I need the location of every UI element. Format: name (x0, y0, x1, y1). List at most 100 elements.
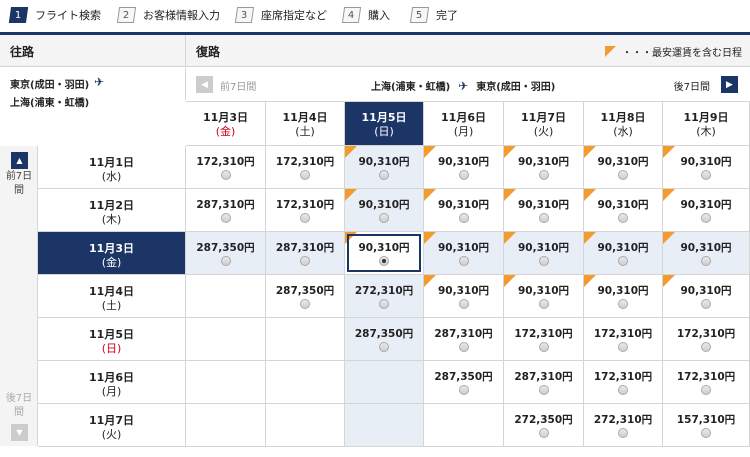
step-5: 5 完了 (409, 7, 458, 23)
fare-cell[interactable]: 90,310円 (584, 275, 663, 318)
fare-cell[interactable]: 287,350円 (345, 318, 424, 361)
fare-cell[interactable]: 287,350円 (266, 275, 345, 318)
fare-cell[interactable]: 90,310円 (663, 146, 750, 189)
fare-cell[interactable]: 90,310円 (663, 232, 750, 275)
fare-cell[interactable]: 90,310円 (504, 189, 584, 232)
fare-radio[interactable] (618, 299, 628, 309)
fare-cell[interactable]: 90,310円 (584, 146, 663, 189)
fare-cell[interactable]: 272,310円 (345, 275, 424, 318)
fare-radio[interactable] (379, 170, 389, 180)
fare-radio[interactable] (701, 170, 711, 180)
fare-cell[interactable]: 90,310円 (504, 275, 584, 318)
outbound-date-row-header: 11月2日 (木) (38, 189, 186, 232)
fare-cell[interactable]: 90,310円 (584, 232, 663, 275)
fare-cell[interactable]: 90,310円 (504, 232, 584, 275)
fare-cell-empty (266, 361, 345, 404)
fare-cell[interactable]: 90,310円 (424, 232, 504, 275)
fare-price: 90,310円 (680, 285, 732, 297)
next-week-button[interactable]: ▶ (721, 76, 738, 93)
chevron-up-icon: ▲ (16, 156, 23, 165)
fare-cell[interactable]: 272,350円 (504, 404, 584, 447)
prev-week-label[interactable]: 前7日間 (220, 78, 256, 93)
fare-cell[interactable]: 172,310円 (186, 146, 266, 189)
fare-cell[interactable]: 287,310円 (424, 318, 504, 361)
fare-radio[interactable] (538, 385, 549, 395)
fare-price: 90,310円 (517, 285, 570, 297)
fare-radio[interactable] (538, 170, 549, 180)
return-header: 復路 ・・・最安運賃を含む日程 (186, 35, 750, 67)
chevron-down-icon: ▼ (16, 428, 23, 437)
fare-radio[interactable] (618, 428, 628, 438)
fare-radio[interactable] (618, 342, 628, 352)
return-origin: 上海(浦東・虹橋) (371, 82, 451, 93)
fare-radio[interactable] (300, 256, 310, 266)
fare-radio[interactable] (220, 256, 231, 266)
fare-radio[interactable] (379, 342, 389, 352)
fare-radio[interactable] (458, 342, 469, 352)
fare-cell[interactable]: 90,310円 (424, 146, 504, 189)
next-week-label[interactable]: 後7日間 (674, 78, 710, 93)
fare-radio[interactable] (379, 299, 389, 309)
fare-cell[interactable]: 272,310円 (584, 404, 663, 447)
fare-price: 172,310円 (593, 328, 653, 340)
prev-week-side-label[interactable]: 前7日間 (5, 170, 33, 198)
fare-cell[interactable]: 90,310円 (663, 275, 750, 318)
fare-cell[interactable]: 157,310円 (663, 404, 750, 447)
fare-cell[interactable]: 90,310円 (345, 146, 424, 189)
fare-radio[interactable] (538, 299, 549, 309)
fare-radio[interactable] (458, 299, 469, 309)
fare-cell[interactable]: 90,310円 (663, 189, 750, 232)
fare-cell[interactable]: 90,310円 (584, 189, 663, 232)
fare-radio[interactable] (538, 428, 549, 438)
prev-week-button[interactable]: ◀ (196, 76, 213, 93)
fare-cell[interactable]: 90,310円 (345, 232, 424, 275)
fare-radio[interactable] (458, 213, 469, 223)
fare-cell[interactable]: 172,310円 (584, 318, 663, 361)
fare-price: 172,310円 (676, 371, 736, 383)
fare-cell[interactable]: 90,310円 (424, 275, 504, 318)
next-week-side-label[interactable]: 後7日間 (5, 392, 33, 420)
next-week-down-button[interactable]: ▼ (11, 424, 28, 441)
fare-radio[interactable] (618, 256, 628, 266)
fare-price: 172,310円 (593, 371, 653, 383)
fare-cell[interactable]: 287,310円 (186, 189, 266, 232)
outbound-date-row-header: 11月5日 (日) (38, 318, 186, 361)
fare-cell[interactable]: 90,310円 (504, 146, 584, 189)
fare-radio[interactable] (458, 385, 469, 395)
fare-cell[interactable]: 287,350円 (186, 232, 266, 275)
fare-cell[interactable]: 172,310円 (663, 318, 750, 361)
fare-radio[interactable] (300, 213, 310, 223)
fare-cell[interactable]: 287,310円 (504, 361, 584, 404)
fare-cell-empty (186, 361, 266, 404)
fare-radio[interactable] (538, 342, 549, 352)
fare-radio[interactable] (701, 385, 711, 395)
fare-cell[interactable]: 172,310円 (504, 318, 584, 361)
fare-cell[interactable]: 90,310円 (345, 189, 424, 232)
fare-radio[interactable] (220, 213, 231, 223)
fare-radio[interactable] (458, 170, 469, 180)
fare-cell[interactable]: 172,310円 (584, 361, 663, 404)
fare-radio[interactable] (220, 170, 231, 180)
fare-cell[interactable]: 90,310円 (424, 189, 504, 232)
fare-radio[interactable] (379, 213, 389, 223)
fare-cell[interactable]: 287,310円 (266, 232, 345, 275)
fare-radio[interactable] (701, 428, 711, 438)
fare-cell[interactable]: 287,350円 (424, 361, 504, 404)
fare-cell[interactable]: 172,310円 (266, 146, 345, 189)
fare-radio[interactable] (701, 213, 711, 223)
fare-cell[interactable]: 172,310円 (266, 189, 345, 232)
fare-radio[interactable] (300, 170, 310, 180)
fare-radio[interactable] (300, 299, 310, 309)
fare-price: 287,310円 (514, 371, 573, 383)
fare-radio[interactable] (701, 299, 711, 309)
fare-radio[interactable] (538, 256, 549, 266)
fare-radio[interactable] (618, 213, 628, 223)
prev-week-up-button[interactable]: ▲ (11, 152, 28, 169)
fare-cell[interactable]: 172,310円 (663, 361, 750, 404)
fare-radio[interactable] (701, 256, 711, 266)
fare-radio[interactable] (701, 342, 711, 352)
fare-radio[interactable] (538, 213, 549, 223)
fare-radio[interactable] (618, 170, 628, 180)
fare-radio[interactable] (618, 385, 628, 395)
fare-radio[interactable] (458, 256, 469, 266)
